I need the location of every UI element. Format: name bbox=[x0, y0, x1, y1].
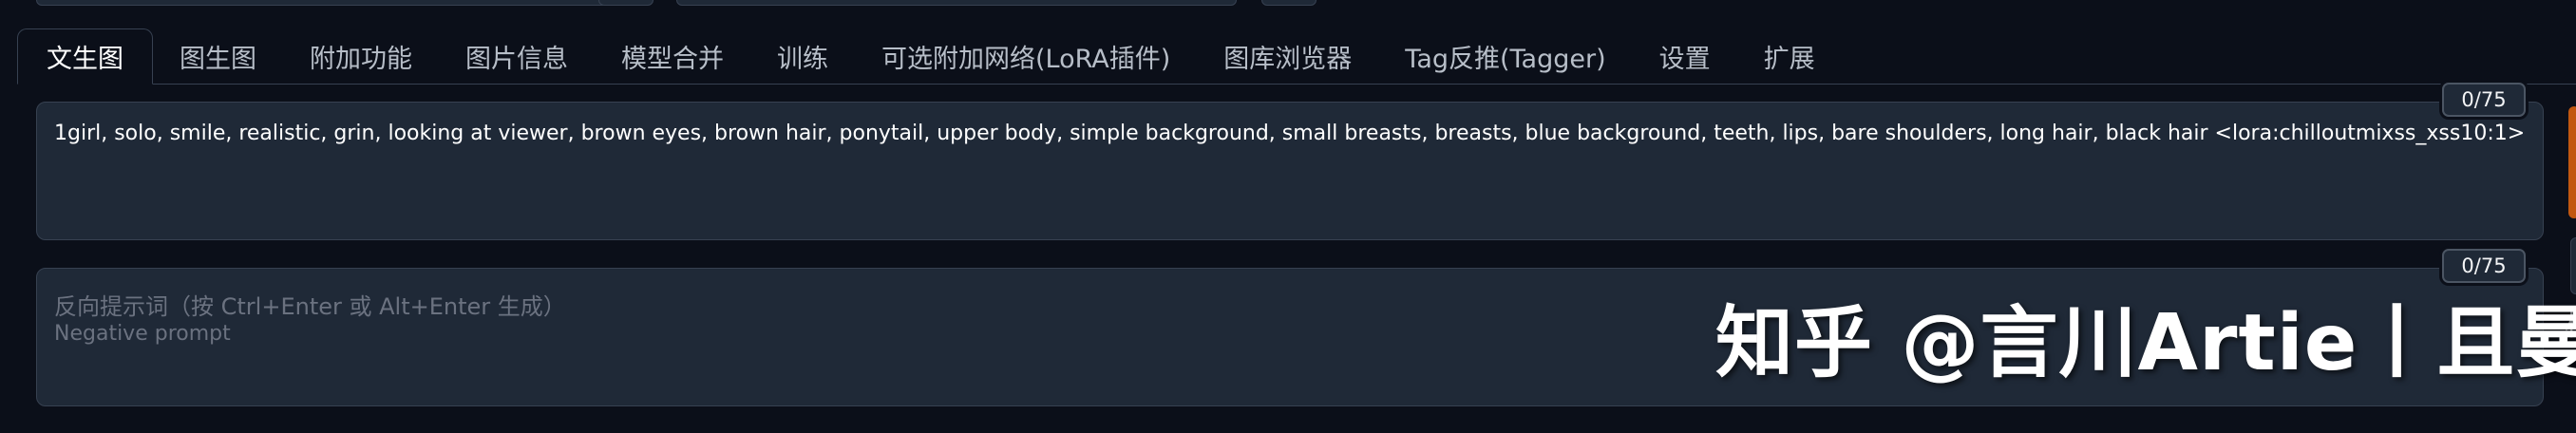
tab-settings[interactable]: 设置 bbox=[1633, 28, 1737, 84]
negative-prompt-token-counter: 0/75 bbox=[2442, 249, 2526, 283]
main-tab-bar: 文生图 图生图 附加功能 图片信息 模型合并 训练 可选附加网络(LoRA插件)… bbox=[17, 28, 2576, 85]
tab-img2img[interactable]: 图生图 bbox=[153, 28, 283, 84]
tab-additional-networks[interactable]: 可选附加网络(LoRA插件) bbox=[855, 28, 1197, 84]
prompt-textarea[interactable]: 1girl, solo, smile, realistic, grin, loo… bbox=[36, 102, 2544, 240]
tab-image-browser[interactable]: 图库浏览器 bbox=[1197, 28, 1378, 84]
watermark-text: 知乎 @言川Artie丨且曼 bbox=[1715, 298, 2576, 388]
prompt-text: 1girl, solo, smile, realistic, grin, loo… bbox=[54, 122, 2526, 145]
tab-extras[interactable]: 附加功能 bbox=[283, 28, 439, 84]
negative-prompt-placeholder: 反向提示词（按 Ctrl+Enter 或 Alt+Enter 生成） bbox=[54, 293, 566, 320]
tab-txt2img[interactable]: 文生图 bbox=[17, 28, 153, 85]
tab-train[interactable]: 训练 bbox=[750, 28, 855, 84]
negative-prompt-placeholder-en: Negative prompt bbox=[54, 322, 231, 346]
tab-png-info[interactable]: 图片信息 bbox=[439, 28, 595, 84]
top-control-button-1[interactable] bbox=[598, 0, 653, 6]
tab-extensions[interactable]: 扩展 bbox=[1737, 28, 1842, 84]
prompt-token-counter: 0/75 bbox=[2442, 83, 2526, 117]
tab-tagger[interactable]: Tag反推(Tagger) bbox=[1378, 28, 1632, 84]
top-control-middle[interactable] bbox=[676, 0, 1237, 6]
top-control-left[interactable] bbox=[36, 0, 608, 6]
tab-checkpoint-merger[interactable]: 模型合并 bbox=[595, 28, 750, 84]
generate-button[interactable] bbox=[2568, 106, 2576, 218]
top-control-button-2[interactable] bbox=[1261, 0, 1316, 6]
